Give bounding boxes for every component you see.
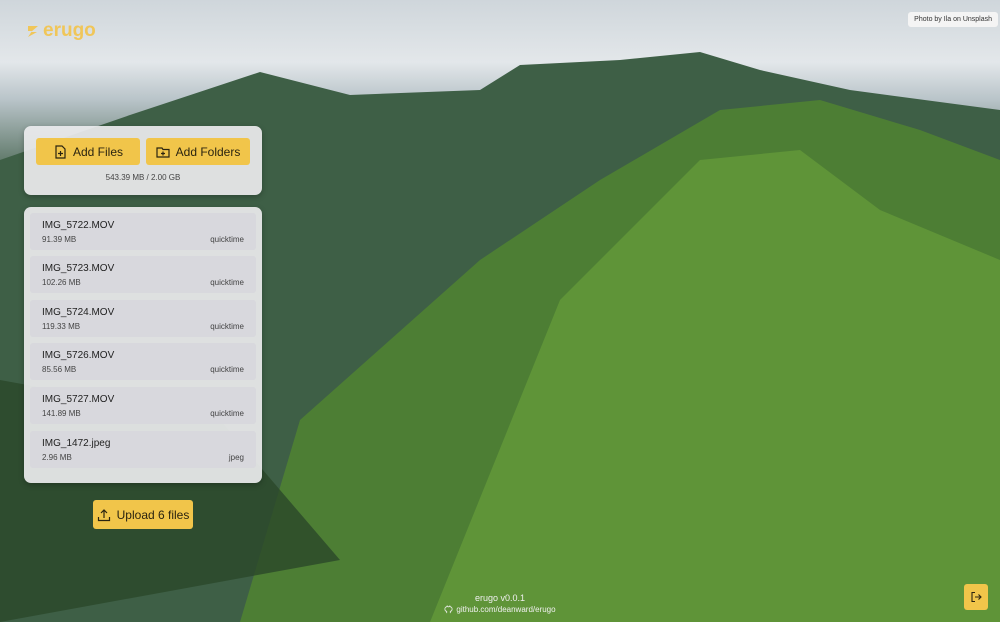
file-name: IMG_5723.MOV xyxy=(42,263,115,274)
logo-mark-icon xyxy=(28,26,38,37)
file-item[interactable]: IMG_5722.MOV 91.39 MB quicktime xyxy=(30,213,256,250)
file-type: quicktime xyxy=(210,409,244,418)
app-logo: erugo xyxy=(26,20,96,42)
file-item[interactable]: IMG_5724.MOV 119.33 MB quicktime xyxy=(30,300,256,337)
file-type: quicktime xyxy=(210,365,244,374)
repo-link[interactable]: github.com/deanward/erugo xyxy=(0,605,1000,614)
file-size: 85.56 MB xyxy=(42,365,77,374)
file-size: 91.39 MB xyxy=(42,235,77,244)
file-size: 2.96 MB xyxy=(42,453,72,462)
add-panel: Add Files Add Folders 543.39 MB / 2.00 G… xyxy=(24,126,262,195)
upload-icon xyxy=(97,508,110,521)
file-size: 119.33 MB xyxy=(42,322,81,331)
file-item[interactable]: IMG_5723.MOV 102.26 MB quicktime xyxy=(30,256,256,293)
add-files-label: Add Files xyxy=(72,144,124,159)
app-version: erugo v0.0.1 xyxy=(474,593,526,603)
folder-plus-icon xyxy=(156,146,170,158)
github-icon xyxy=(444,605,453,614)
logout-icon xyxy=(971,591,982,603)
file-type: quicktime xyxy=(210,322,244,331)
file-name: IMG_5726.MOV xyxy=(42,350,115,361)
file-name: IMG_1472.jpeg xyxy=(42,438,111,449)
file-item[interactable]: IMG_5727.MOV 141.89 MB quicktime xyxy=(30,387,256,424)
add-files-button[interactable]: Add Files xyxy=(36,138,140,165)
file-name: IMG_5724.MOV xyxy=(42,307,115,318)
upload-button[interactable]: Upload 6 files xyxy=(93,500,193,529)
repo-text: github.com/deanward/erugo xyxy=(456,605,556,614)
file-plus-icon xyxy=(55,144,66,159)
file-type: jpeg xyxy=(228,453,244,462)
file-type: quicktime xyxy=(210,278,244,287)
add-folders-button[interactable]: Add Folders xyxy=(146,138,250,165)
file-item[interactable]: IMG_1472.jpeg 2.96 MB jpeg xyxy=(30,431,256,468)
file-name: IMG_5722.MOV xyxy=(42,220,115,231)
upload-label: Upload 6 files xyxy=(116,507,190,522)
storage-quota: 543.39 MB / 2.00 GB xyxy=(105,173,181,182)
add-folders-label: Add Folders xyxy=(175,144,241,159)
logo-text: erugo xyxy=(43,20,96,41)
file-size: 102.26 MB xyxy=(42,278,81,287)
logout-button[interactable] xyxy=(964,584,988,610)
file-item[interactable]: IMG_5726.MOV 85.56 MB quicktime xyxy=(30,343,256,380)
file-type: quicktime xyxy=(210,235,244,244)
file-list: IMG_5722.MOV 91.39 MB quicktime IMG_5723… xyxy=(24,207,262,483)
photo-credit[interactable]: Photo by Ila on Unsplash xyxy=(908,12,998,27)
file-name: IMG_5727.MOV xyxy=(42,394,115,405)
file-size: 141.89 MB xyxy=(42,409,81,418)
